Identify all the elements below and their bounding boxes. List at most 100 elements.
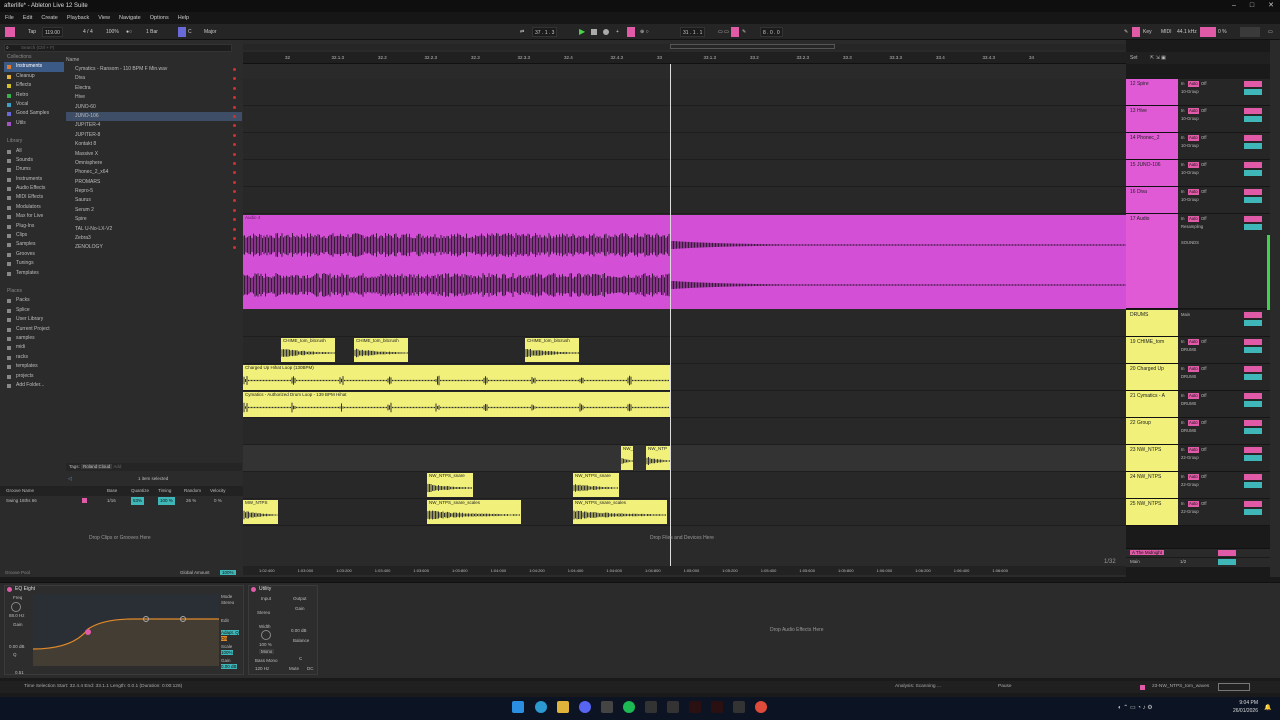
sidebar-item-current-project[interactable]: Current Project — [4, 325, 64, 334]
pan-slider[interactable] — [1244, 455, 1262, 461]
edge-icon[interactable] — [535, 701, 547, 713]
sidebar-item-instruments[interactable]: Instruments — [4, 62, 64, 72]
track-output-routing[interactable]: 10-Group — [1180, 197, 1200, 203]
clip-chime-1[interactable]: CHIME_tom_bitcrush — [281, 338, 335, 362]
groove-quantize[interactable]: 53% — [131, 497, 145, 505]
toggle-icons[interactable]: ⇱ ⇲ ▣ — [1150, 55, 1166, 61]
volume-slider[interactable] — [1244, 366, 1262, 372]
menu-create[interactable]: Create — [41, 12, 58, 24]
punch-icons[interactable]: ▭ ▭ — [718, 27, 729, 37]
browser-list-item[interactable]: Massive X — [66, 150, 242, 159]
monitor-auto[interactable]: Auto — [1188, 189, 1199, 195]
tap-button[interactable]: Tap — [28, 27, 36, 37]
midi-map-label[interactable]: MIDI — [1161, 27, 1172, 37]
browser-list-item[interactable]: Cymatics - Ransom - 110 BPM F Min.wav — [66, 65, 242, 74]
groove-drop-zone[interactable]: Drop Clips or Grooves Here — [89, 535, 151, 541]
eq-mode-value[interactable]: Stereo — [221, 600, 234, 605]
close-button[interactable]: ✕ — [1268, 0, 1274, 12]
spotify-icon[interactable] — [623, 701, 635, 713]
main-quant[interactable]: 1/2 — [1180, 559, 1186, 564]
mini-overview[interactable] — [1218, 683, 1250, 691]
browser-list-item[interactable]: Kontakt 8 — [66, 140, 242, 149]
pan-slider[interactable] — [1244, 320, 1262, 326]
monitor-in[interactable]: In — [1180, 135, 1186, 141]
track-header[interactable]: 25 NW_NTPS — [1126, 499, 1178, 526]
sidebar-item-modulators[interactable]: Modulators — [4, 203, 64, 212]
pan-slider[interactable] — [1244, 482, 1262, 488]
track-header[interactable]: 19 CHIME_tom — [1126, 337, 1178, 364]
sidebar-item-projects[interactable]: projects — [4, 372, 64, 381]
sidebar-item-tunings[interactable]: Tunings — [4, 259, 64, 268]
device-power-icon[interactable] — [7, 587, 12, 592]
monitor-auto[interactable]: Auto — [1188, 135, 1199, 141]
browser-list-item[interactable]: Diva — [66, 74, 242, 83]
sidebar-item-drums[interactable]: Drums — [4, 165, 64, 174]
preview-icon[interactable]: ◁ — [68, 476, 72, 482]
master-return-track[interactable]: A The Midnight — [1126, 548, 1270, 557]
sidebar-item-retro[interactable]: Retro — [4, 91, 64, 100]
utility-stereo[interactable]: Stereo — [257, 610, 270, 615]
sidebar-item-max-for-live[interactable]: Max for Live — [4, 212, 64, 221]
monitor-auto[interactable]: Auto — [1188, 81, 1199, 87]
monitor-off[interactable]: Off — [1200, 189, 1208, 195]
sidebar-item-utils[interactable]: Utils — [4, 119, 64, 128]
monitor-auto[interactable]: Auto — [1188, 393, 1199, 399]
volume-slider[interactable] — [1244, 501, 1262, 507]
tag-add[interactable]: Add — [113, 464, 121, 469]
device-power-icon[interactable] — [251, 587, 256, 592]
utility-mono-button[interactable]: Mono — [259, 649, 275, 654]
volume-slider[interactable] — [1244, 162, 1262, 168]
track-output-routing[interactable]: 22-Group — [1180, 455, 1200, 461]
track-lane[interactable] — [243, 106, 1126, 133]
windows-start-icon[interactable] — [512, 701, 524, 713]
loop-start-field[interactable]: 31 . 1 . 1 — [680, 27, 706, 37]
monitor-in[interactable]: In — [1180, 366, 1186, 372]
track-lane[interactable] — [243, 79, 1126, 106]
monitor-in[interactable]: In — [1180, 393, 1186, 399]
zoom-field[interactable]: 100% — [106, 27, 119, 37]
track-output-routing[interactable]: 22-Group — [1180, 482, 1200, 488]
sidebar-item-grooves[interactable]: Grooves — [4, 250, 64, 259]
pan-slider[interactable] — [1244, 116, 1262, 122]
browser-list-item[interactable]: Spire — [66, 215, 242, 224]
utility-bassmono-label[interactable]: Bass Mono — [255, 658, 278, 663]
clip-nw-scales-1[interactable]: NW_NTPS_snare_scales — [427, 500, 521, 524]
utility-mute-button[interactable]: Mute — [289, 666, 299, 671]
clip-mw[interactable]: MW_NTPS — [243, 500, 278, 524]
notification-icon[interactable]: 🔔 — [1264, 704, 1271, 711]
monitor-auto[interactable]: Auto — [1188, 474, 1199, 480]
browser-list-item[interactable]: PROMARS — [66, 178, 242, 187]
track-lane[interactable] — [243, 445, 1126, 472]
track-lane[interactable] — [243, 310, 1126, 337]
track-header[interactable]: 15 JUNO-106 — [1126, 160, 1178, 187]
browser-list-item[interactable]: JUPITER-4 — [66, 121, 242, 130]
clip-nw-scales-2[interactable]: NW_NTPS_snare_scales — [573, 500, 667, 524]
main-track[interactable]: Main 1/2 — [1126, 558, 1270, 567]
volume-slider[interactable] — [1244, 393, 1262, 399]
track-output[interactable]: Main — [1180, 312, 1191, 318]
monitor-off[interactable]: Off — [1200, 474, 1208, 480]
meter-field[interactable]: 4 / 4 — [83, 27, 93, 37]
loop-brace[interactable] — [670, 44, 835, 49]
return-volume[interactable] — [1218, 550, 1236, 556]
monitor-off[interactable]: Off — [1200, 501, 1208, 507]
eq-gain-value[interactable]: 0.00 dB — [9, 644, 25, 649]
utility-width-knob[interactable] — [261, 630, 271, 640]
track-output-routing[interactable]: 10-Group — [1180, 89, 1200, 95]
pencil-icon[interactable]: ✎ — [1124, 27, 1128, 37]
menu-view[interactable]: View — [98, 12, 110, 24]
app-icon-3[interactable] — [689, 701, 701, 713]
groove-commit-icon[interactable] — [82, 498, 87, 503]
groove-timing[interactable]: 100 % — [158, 497, 175, 505]
track-output-routing[interactable]: Resampling — [1180, 224, 1204, 230]
track-header[interactable]: 16 Diva — [1126, 187, 1178, 214]
capture-icon[interactable]: ⊕ ○ — [640, 27, 649, 37]
scale-icon[interactable] — [178, 27, 186, 37]
eq-display[interactable] — [33, 594, 219, 666]
track-header[interactable]: 14 Phonec_2 — [1126, 133, 1178, 160]
pan-slider[interactable] — [1244, 428, 1262, 434]
track-header[interactable]: 20 Charged Up — [1126, 364, 1178, 391]
clip-nw-2[interactable]: NW_NTP — [646, 446, 670, 470]
clip-chime-3[interactable]: CHIME_tom_bitcrush — [525, 338, 579, 362]
track-output-routing[interactable]: 22-Group — [1180, 509, 1200, 515]
